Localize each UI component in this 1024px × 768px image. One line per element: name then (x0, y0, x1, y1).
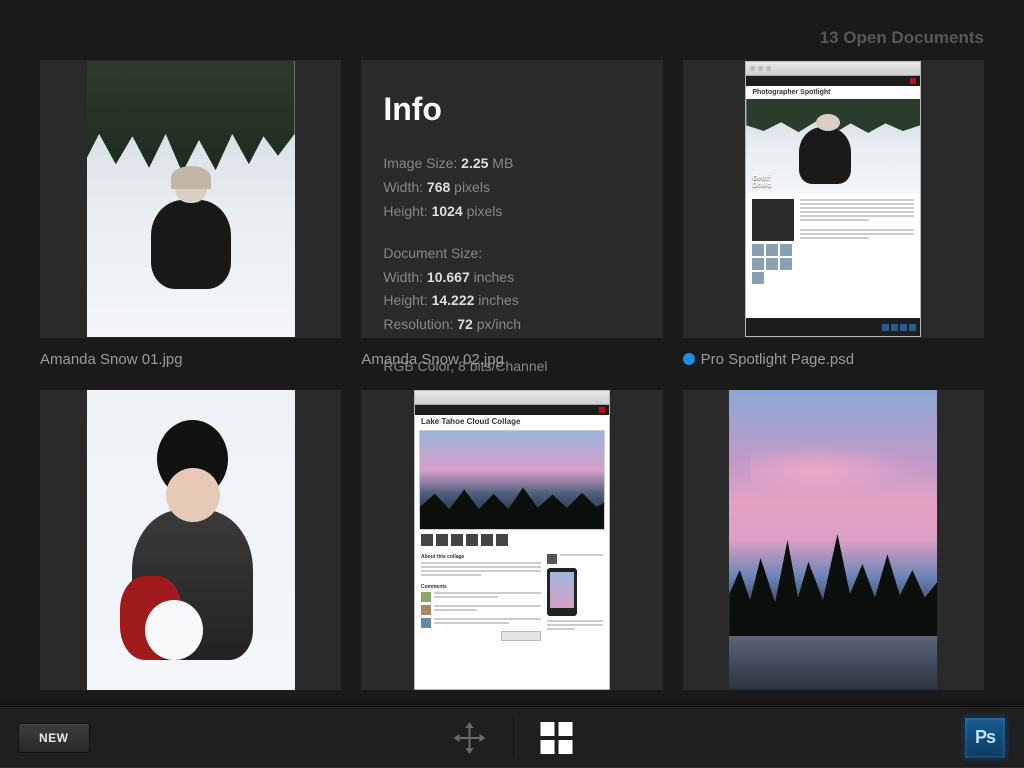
info-doc-height: Height: 14.222 inches (383, 289, 640, 313)
document-cell[interactable]: Photographer Spotlight Geoff Dowd (683, 60, 984, 370)
info-doc-width: Width: 10.667 inches (383, 266, 640, 290)
info-resolution: Resolution: 72 px/inch (383, 313, 640, 337)
document-filename: Pro Spotlight Page.psd (701, 351, 854, 368)
document-thumbnail[interactable]: Photographer Spotlight Geoff Dowd (683, 60, 984, 338)
move-tool-icon[interactable] (452, 720, 488, 756)
document-cell[interactable] (683, 390, 984, 690)
info-panel: Info Image Size: 2.25 MB Width: 768 pixe… (361, 60, 662, 338)
document-thumbnail[interactable]: Lake Tahoe Cloud Collage About this coll… (361, 390, 662, 690)
grid-view-icon[interactable] (541, 722, 573, 754)
document-thumbnail[interactable] (40, 390, 341, 690)
new-button[interactable]: NEW (18, 723, 90, 753)
mock-page-title: Photographer Spotlight (746, 86, 920, 99)
toolbar-divider (514, 718, 515, 758)
info-image-width: Width: 768 pixels (383, 176, 640, 200)
document-thumbnail[interactable] (40, 60, 341, 338)
modified-dot-icon (683, 353, 695, 365)
toolbar: NEW Ps (0, 706, 1024, 768)
open-documents-count: 13 Open Documents (820, 28, 984, 48)
document-thumbnail[interactable] (683, 390, 984, 690)
info-image-size: Image Size: 2.25 MB (383, 152, 640, 176)
document-cell[interactable]: Info Image Size: 2.25 MB Width: 768 pixe… (361, 60, 662, 370)
document-cell[interactable] (40, 390, 341, 690)
document-filename: Amanda Snow 02.jpg (361, 351, 504, 368)
mock-collage-title: Lake Tahoe Cloud Collage (421, 417, 603, 426)
info-doc-size-label: Document Size: (383, 242, 640, 266)
document-filename: Amanda Snow 01.jpg (40, 351, 183, 368)
info-title: Info (383, 82, 640, 136)
photoshop-logo-icon[interactable]: Ps (964, 717, 1006, 759)
mock-profile-firstname: Geoff (752, 175, 771, 182)
document-cell[interactable]: Amanda Snow 01.jpg (40, 60, 341, 370)
mock-profile-lastname: Dowd (752, 182, 771, 189)
info-image-height: Height: 1024 pixels (383, 200, 640, 224)
document-cell[interactable]: Lake Tahoe Cloud Collage About this coll… (361, 390, 662, 690)
